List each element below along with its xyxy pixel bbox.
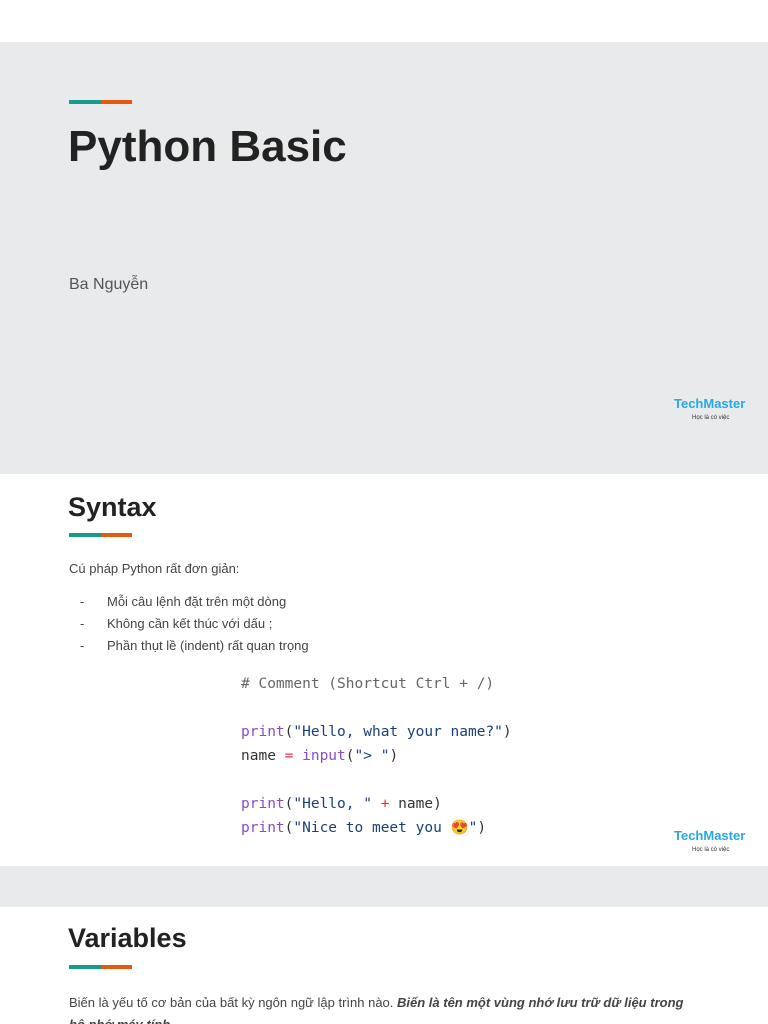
logo-brand: TechMaster (674, 828, 746, 843)
syntax-slide: Syntax Cú pháp Python rất đơn giản: - Mỗi… (0, 474, 768, 866)
code-token: "> " (354, 748, 390, 764)
syntax-bullets: - Mỗi câu lệnh đặt trên một dòng - Không c… (80, 591, 309, 657)
code-token: ( (345, 748, 355, 764)
variables-text: Biến là yếu tố cơ bản của bất kỳ ngôn ng… (69, 992, 699, 1024)
syntax-title: Syntax (68, 492, 157, 522)
list-item: - Mỗi câu lệnh đặt trên một dòng (80, 594, 287, 609)
code-line: print("Nice to meet you 😍") (241, 816, 512, 840)
code-token: input (293, 748, 346, 764)
accent-bar (69, 100, 132, 104)
code-token: print (241, 724, 285, 740)
logo-tagline: Học là có việc (692, 847, 730, 853)
code-token: "Nice to meet you (293, 820, 451, 836)
bullet-text: Không cần kết thúc với dấu ; (107, 616, 273, 631)
code-block: # Comment (Shortcut Ctrl + /)​print("Hel… (241, 672, 512, 840)
bullet-text: Mỗi câu lệnh đặt trên một dòng (107, 594, 287, 609)
code-line: print("Hello, what your name?") (241, 720, 512, 744)
code-token: name (241, 748, 285, 764)
logo-brand: TechMaster (674, 396, 746, 411)
title-slide: Python Basic Ba Nguyễn TechMaster Học là… (0, 42, 768, 474)
code-token: ) (433, 796, 442, 812)
code-token: print (241, 820, 285, 836)
code-comment: # Comment (Shortcut Ctrl + /) (241, 676, 495, 692)
author: Ba Nguyễn (69, 276, 149, 293)
code-token: + (371, 796, 399, 812)
code-token: print (241, 796, 285, 812)
syntax-intro: Cú pháp Python rất đơn giản: (69, 561, 240, 576)
variables-slide: Variables Biến là yếu tố cơ bản của bất … (0, 907, 768, 1024)
code-token: "Hello, what your name?" (293, 724, 503, 740)
accent-bar (69, 533, 132, 537)
code-token: "Hello, " (293, 796, 372, 812)
variables-title: Variables (68, 923, 187, 953)
techmaster-logo: TechMaster Học là có việc (674, 396, 760, 428)
list-item: - Không cần kết thúc với dấu ; (80, 616, 273, 631)
code-token: ) (389, 748, 399, 764)
code-token: name (398, 796, 434, 812)
list-item: - Phần thụt lề (indent) rất quan trọng (80, 638, 309, 653)
code-line: print("Hello, " + name) (241, 792, 512, 816)
accent-bar (69, 965, 132, 969)
code-token: ) (502, 724, 512, 740)
code-token: ) (477, 820, 487, 836)
logo-tagline: Học là có việc (692, 415, 730, 421)
variables-text-plain: Biến là yếu tố cơ bản của bất kỳ ngôn ng… (69, 995, 397, 1010)
techmaster-logo: TechMaster Học là có việc (674, 828, 760, 860)
heart-eyes-emoji-icon: 😍 (450, 820, 469, 836)
slide-title: Python Basic (68, 122, 347, 171)
slide-gap (0, 866, 768, 907)
bullet-text: Phần thụt lề (indent) rất quan trọng (107, 638, 309, 653)
code-line: name = input("> ") (241, 744, 512, 768)
